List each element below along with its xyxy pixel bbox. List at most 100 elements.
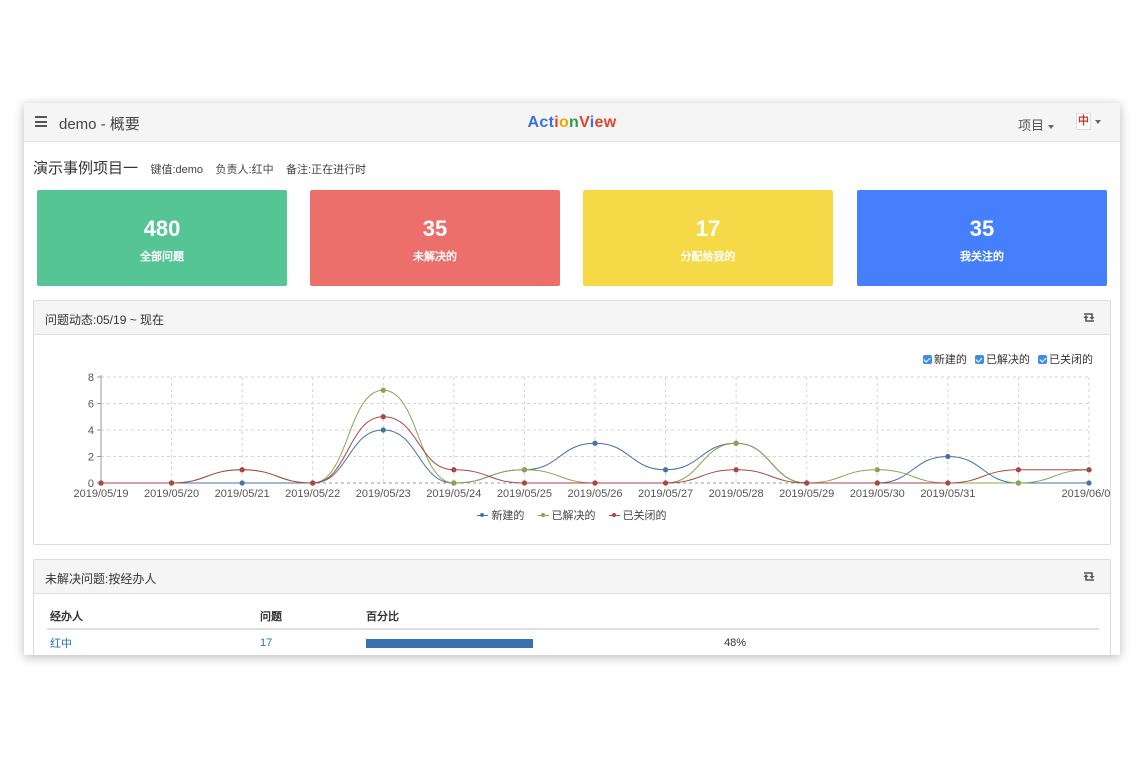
caret-down-icon bbox=[1048, 124, 1055, 129]
project-key-value: demo bbox=[175, 164, 204, 176]
user-menu-dropdown[interactable]: 中 bbox=[1076, 113, 1101, 131]
project-owner-value: 红中 bbox=[251, 164, 274, 176]
x-tick-label: 2019/05/26 bbox=[567, 488, 622, 500]
x-tick-label: 2019/05/30 bbox=[850, 488, 905, 500]
data-point bbox=[1015, 467, 1022, 473]
percent-value: 48% bbox=[724, 637, 747, 650]
stat-value: 35 bbox=[969, 216, 995, 241]
checkbox-new[interactable]: 新建的 bbox=[922, 351, 967, 367]
stat-label: 分配给我的 bbox=[680, 251, 736, 263]
project-menu-label: 项目 bbox=[1018, 118, 1045, 133]
assignee-link[interactable]: 红中 bbox=[50, 638, 72, 650]
brand-letter: e bbox=[594, 114, 604, 131]
data-point bbox=[98, 480, 104, 486]
series-checkboxes: 新建的 已解决的 已关闭的 bbox=[918, 351, 1093, 367]
brand-letter: c bbox=[539, 114, 549, 131]
brand-letter: A bbox=[527, 114, 540, 131]
y-tick-label: 8 bbox=[88, 372, 94, 384]
brand-letter: V bbox=[579, 114, 590, 131]
x-tick-label: 2019/05/23 bbox=[356, 488, 411, 500]
column-header-percent: 百分比 bbox=[363, 604, 1099, 630]
x-tick-label: 2019/05/29 bbox=[779, 488, 834, 500]
checkbox-label: 已解决的 bbox=[985, 354, 1030, 366]
x-tick-label: 2019/05/24 bbox=[426, 488, 481, 500]
data-point bbox=[1086, 480, 1092, 486]
y-tick-label: 4 bbox=[88, 425, 94, 437]
legend-label: 新建的 bbox=[491, 510, 525, 522]
x-tick-label: 2019/05/21 bbox=[215, 488, 270, 500]
checkbox-label: 已关闭的 bbox=[1049, 354, 1093, 366]
legend-item-new[interactable]: 新建的 bbox=[477, 507, 524, 523]
refresh-icon[interactable] bbox=[1082, 571, 1096, 582]
checkbox-checked-icon bbox=[922, 355, 932, 364]
data-point bbox=[662, 467, 669, 473]
data-point bbox=[945, 480, 951, 486]
progress-bar bbox=[366, 638, 714, 648]
data-point bbox=[239, 467, 245, 473]
project-note-value: 正在进行时 bbox=[311, 164, 367, 176]
stat-label: 未解决的 bbox=[413, 251, 457, 263]
caret-down-icon bbox=[1095, 119, 1101, 124]
data-point bbox=[451, 467, 457, 473]
progress-bar-fill bbox=[366, 638, 534, 648]
project-name: 演示事例项目一 bbox=[33, 160, 139, 177]
column-header-assignee: 经办人 bbox=[47, 604, 257, 630]
legend-label: 已关闭的 bbox=[622, 510, 667, 522]
x-tick-label: 2019/06/02 bbox=[1061, 488, 1110, 500]
project-owner: 负责人:红中 bbox=[216, 164, 274, 176]
data-point bbox=[945, 453, 951, 460]
x-tick-label: 2019/05/22 bbox=[285, 488, 340, 500]
checkbox-resolved[interactable]: 已解决的 bbox=[974, 351, 1030, 367]
data-point bbox=[380, 427, 386, 433]
stat-card-assigned-to-me[interactable]: 17 分配给我的 bbox=[583, 190, 833, 286]
x-tick-label: 2019/05/27 bbox=[638, 488, 693, 500]
project-owner-label: 负责人: bbox=[215, 164, 252, 176]
project-summary-line: 演示事例项目一 键值:demo 负责人:红中 备注:正在进行时 bbox=[33, 157, 366, 178]
issue-count-link[interactable]: 17 bbox=[260, 637, 272, 649]
x-tick-label: 2019/05/25 bbox=[497, 488, 552, 500]
line-marker-icon bbox=[477, 511, 489, 519]
brand-logo: ActionView bbox=[24, 114, 1120, 132]
checkbox-closed[interactable]: 已关闭的 bbox=[1038, 351, 1093, 367]
project-key-label: 键值: bbox=[150, 164, 176, 176]
column-header-issues: 问题 bbox=[257, 604, 363, 630]
data-point bbox=[1015, 480, 1022, 486]
assignee-table: 经办人 问题 百分比 红中 17 48% bbox=[47, 604, 1099, 655]
data-point bbox=[310, 480, 316, 486]
x-tick-label: 2019/05/20 bbox=[144, 488, 199, 500]
unresolved-panel: 未解决问题:按经办人 经办人 问题 百分比 红中 17 48% bbox=[33, 559, 1111, 655]
data-point bbox=[733, 467, 739, 473]
avatar: 中 bbox=[1076, 113, 1091, 131]
data-point bbox=[521, 467, 528, 473]
legend-item-closed[interactable]: 已关闭的 bbox=[608, 507, 667, 523]
x-tick-label: 2019/05/19 bbox=[73, 488, 128, 500]
data-point bbox=[1086, 467, 1092, 473]
stat-card-unresolved[interactable]: 35 未解决的 bbox=[310, 190, 560, 286]
brand-letter: o bbox=[558, 114, 570, 131]
data-point bbox=[874, 467, 880, 473]
stat-value: 35 bbox=[422, 216, 448, 241]
data-point bbox=[521, 480, 528, 486]
brand-letter: w bbox=[603, 114, 617, 131]
data-point bbox=[662, 480, 669, 486]
trend-panel: 问题动态:05/19 ~ 现在 0 2 4 6 8 2019/05/19 2019/05/2… bbox=[33, 300, 1111, 545]
stat-value: 480 bbox=[143, 216, 181, 241]
table-row: 红中 17 48% bbox=[47, 629, 1099, 655]
project-menu-dropdown[interactable]: 项目 bbox=[1018, 115, 1055, 134]
stat-label: 全部问题 bbox=[140, 251, 184, 263]
data-point bbox=[592, 480, 598, 486]
project-note: 备注:正在进行时 bbox=[286, 164, 366, 176]
y-tick-label: 6 bbox=[88, 399, 94, 411]
stat-label: 我关注的 bbox=[960, 251, 1004, 263]
checkbox-checked-icon bbox=[1038, 355, 1047, 364]
data-point bbox=[733, 440, 739, 446]
app-window: demo - 概要 ActionView 项目 中 演示事例项目一 键值:dem… bbox=[24, 103, 1120, 655]
stat-card-all-issues[interactable]: 480 全部问题 bbox=[37, 190, 287, 286]
chart-legend: 新建的 已解决的 已关闭的 bbox=[34, 507, 1110, 523]
line-marker-icon bbox=[608, 511, 620, 519]
stat-card-watching[interactable]: 35 我关注的 bbox=[857, 190, 1107, 286]
y-tick-label: 2 bbox=[88, 452, 94, 464]
table-header-row: 经办人 问题 百分比 bbox=[47, 604, 1099, 630]
legend-item-resolved[interactable]: 已解决的 bbox=[537, 507, 596, 523]
project-note-label: 备注: bbox=[286, 164, 312, 176]
